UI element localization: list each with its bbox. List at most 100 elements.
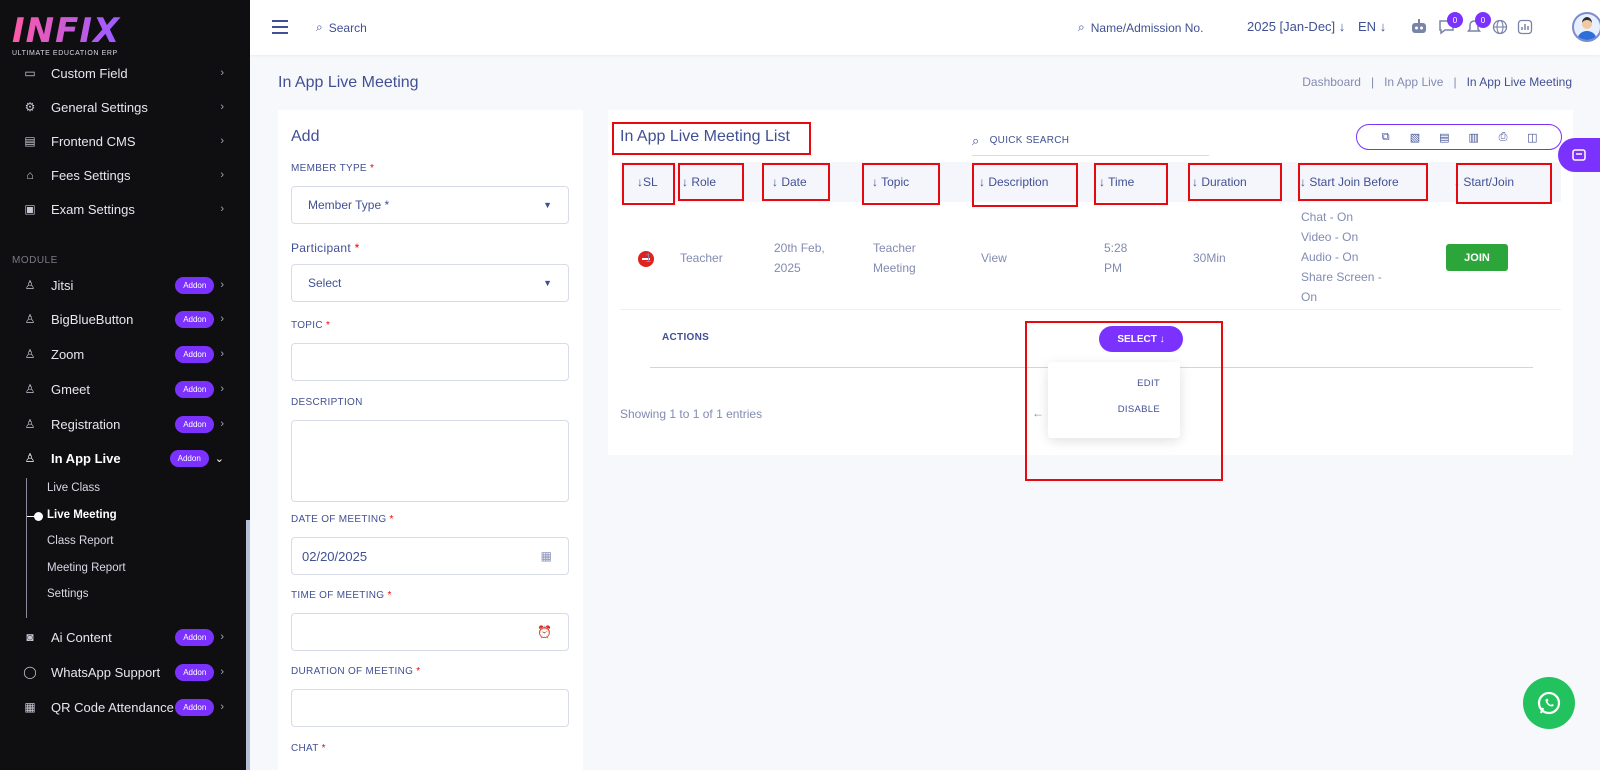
sidebar-item-label: Custom Field bbox=[51, 65, 128, 81]
robot-icon: ◙ bbox=[26, 630, 34, 644]
gears-icon: ⚙ bbox=[24, 100, 36, 114]
chevron-right-icon: › bbox=[220, 169, 224, 181]
session-value: 2025 [Jan-Dec] bbox=[1247, 19, 1336, 34]
join-before-share-screen: Share Screen - On bbox=[1301, 270, 1382, 304]
join-button[interactable]: JOIN bbox=[1446, 244, 1508, 271]
sidebar-item-qr-code-attendance[interactable]: ▦ QR Code Attendance Addon › bbox=[0, 690, 246, 724]
sidebar-item-general-settings[interactable]: ⚙ General Settings › bbox=[0, 90, 246, 124]
submenu-item-meeting-report[interactable]: Meeting Report bbox=[47, 562, 126, 574]
globe-icon[interactable] bbox=[1491, 18, 1509, 36]
sidebar-item-label: In App Live bbox=[51, 450, 121, 466]
columns-icon[interactable]: ◫ bbox=[1522, 131, 1542, 144]
sidebar-item-bigbluebutton[interactable]: ♙ BigBlueButton Addon › bbox=[0, 302, 246, 336]
language-selector[interactable]: EN ↓ bbox=[1358, 19, 1386, 34]
description-label: DESCRIPTION bbox=[291, 397, 363, 408]
sidebar-item-label: Registration bbox=[51, 416, 121, 432]
side-cart-tab[interactable] bbox=[1558, 138, 1600, 172]
participant-select[interactable]: Select ▼ bbox=[291, 264, 569, 302]
global-search[interactable]: ⌕ Search bbox=[316, 20, 367, 35]
qr-code-icon: ▦ bbox=[24, 700, 36, 714]
quick-search-input[interactable]: ⌕ QUICK SEARCH bbox=[972, 126, 1209, 156]
cell-date: 20th Feb, 2025 bbox=[774, 241, 825, 275]
module-section-label: MODULE bbox=[12, 255, 58, 266]
submenu-item-class-report[interactable]: Class Report bbox=[47, 535, 113, 547]
sidebar-item-fees-settings[interactable]: ⌂ Fees Settings › bbox=[0, 158, 246, 192]
date-of-meeting-label: DATE OF MEETING * bbox=[291, 514, 394, 525]
submenu-item-live-class[interactable]: Live Class bbox=[47, 482, 100, 494]
sidebar-item-label: Jitsi bbox=[51, 277, 74, 293]
addon-badge: Addon bbox=[175, 276, 215, 294]
addon-badge: Addon bbox=[175, 698, 215, 716]
chat-icon[interactable]: 0 bbox=[1437, 12, 1463, 36]
live-icon: ♙ bbox=[24, 312, 36, 326]
date-value: 02/20/2025 bbox=[302, 548, 368, 564]
caret-down-icon: ▼ bbox=[543, 200, 552, 210]
alarm-clock-icon[interactable]: ⏰ bbox=[537, 625, 552, 639]
cell-join-before: Chat - On Video - On Audio - On Share Sc… bbox=[1301, 207, 1401, 307]
robot-icon[interactable] bbox=[1410, 18, 1428, 36]
sidebar-item-jitsi[interactable]: ♙ Jitsi Addon › bbox=[0, 268, 246, 302]
admission-search[interactable]: ⌕ Name/Admission No. bbox=[1078, 20, 1203, 35]
whatsapp-floating-button[interactable] bbox=[1523, 677, 1575, 729]
copy-icon[interactable]: ⧉ bbox=[1376, 131, 1396, 144]
table-row: 1 Teacher 20th Feb, 2025 Teacher Meeting… bbox=[620, 202, 1561, 310]
time-of-meeting-input[interactable]: ⏰ bbox=[291, 613, 569, 651]
time-of-meeting-label: TIME OF MEETING * bbox=[291, 590, 392, 601]
sidebar-item-ai-content[interactable]: ◙ Ai Content Addon › bbox=[0, 620, 246, 654]
addon-badge: Addon bbox=[175, 628, 215, 646]
sidebar-item-custom-field[interactable]: ▭ Custom Field › bbox=[0, 56, 246, 90]
live-icon: ♙ bbox=[24, 347, 36, 361]
sidebar-item-whatsapp-support[interactable]: ◯ WhatsApp Support Addon › bbox=[0, 655, 246, 689]
addon-badge: Addon bbox=[175, 415, 215, 433]
sidebar-item-registration[interactable]: ♙ Registration Addon › bbox=[0, 407, 246, 441]
calendar-icon[interactable]: ▦ bbox=[541, 549, 552, 563]
sidebar-item-zoom[interactable]: ♙ Zoom Addon › bbox=[0, 337, 246, 371]
submenu-item-settings[interactable]: Settings bbox=[47, 588, 89, 600]
breadcrumb-in-app-live[interactable]: In App Live bbox=[1384, 75, 1443, 89]
annotation-box-start-join bbox=[1456, 163, 1552, 204]
annotation-box-role bbox=[678, 163, 744, 201]
session-selector[interactable]: 2025 [Jan-Dec] ↓ bbox=[1247, 19, 1345, 34]
sidebar-scrollbar[interactable] bbox=[246, 520, 250, 770]
addon-badge: Addon bbox=[175, 345, 215, 363]
participant-value: Select bbox=[308, 276, 342, 290]
date-of-meeting-input[interactable]: 02/20/2025 ▦ bbox=[291, 537, 569, 575]
brand-name: INFIX bbox=[12, 14, 212, 48]
breadcrumb: Dashboard | In App Live | In App Live Me… bbox=[1302, 75, 1572, 89]
sidebar-item-label: Fees Settings bbox=[51, 167, 131, 183]
whatsapp-icon bbox=[1537, 691, 1561, 715]
cell-topic: Teacher Meeting bbox=[873, 241, 916, 275]
bell-icon[interactable]: 0 bbox=[1465, 12, 1491, 36]
description-textarea[interactable] bbox=[291, 420, 569, 502]
sidebar-item-in-app-live[interactable]: ♙ In App Live Addon ⌄ bbox=[0, 441, 246, 475]
breadcrumb-dashboard[interactable]: Dashboard bbox=[1302, 75, 1361, 89]
duration-input[interactable] bbox=[291, 689, 569, 727]
csv-icon[interactable]: ▤ bbox=[1434, 131, 1454, 144]
breadcrumb-current: In App Live Meeting bbox=[1466, 75, 1572, 89]
excel-icon[interactable]: ▧ bbox=[1405, 131, 1425, 144]
member-type-select[interactable]: Member Type * ▼ bbox=[291, 186, 569, 224]
arrow-down-icon: ↓ bbox=[1338, 19, 1346, 34]
chevron-right-icon: › bbox=[220, 701, 224, 713]
whatsapp-icon: ◯ bbox=[23, 665, 37, 679]
sidebar-item-label: BigBlueButton bbox=[51, 311, 134, 327]
annotation-box-topic bbox=[862, 163, 940, 205]
sidebar-item-frontend-cms[interactable]: ▤ Frontend CMS › bbox=[0, 124, 246, 158]
topic-input[interactable] bbox=[291, 343, 569, 381]
print-icon[interactable]: ⎙ bbox=[1493, 131, 1513, 144]
chevron-right-icon: › bbox=[220, 67, 224, 79]
report-chart-icon[interactable] bbox=[1516, 18, 1534, 36]
pdf-icon[interactable]: ▥ bbox=[1464, 131, 1484, 144]
topic-label: TOPIC * bbox=[291, 320, 331, 331]
sidebar-item-gmeet[interactable]: ♙ Gmeet Addon › bbox=[0, 372, 246, 406]
hamburger-menu-icon[interactable] bbox=[272, 20, 288, 34]
user-avatar[interactable] bbox=[1572, 12, 1600, 42]
cms-icon: ▤ bbox=[24, 134, 36, 148]
notification-count-badge: 0 bbox=[1475, 12, 1491, 28]
cell-description-view[interactable]: View bbox=[981, 248, 1007, 268]
join-before-video: Video - On bbox=[1301, 230, 1359, 244]
cell-duration: 30Min bbox=[1193, 251, 1226, 265]
sidebar-item-exam-settings[interactable]: ▣ Exam Settings › bbox=[0, 192, 246, 226]
language-value: EN bbox=[1358, 19, 1377, 34]
submenu-item-live-meeting[interactable]: Live Meeting bbox=[47, 509, 117, 521]
